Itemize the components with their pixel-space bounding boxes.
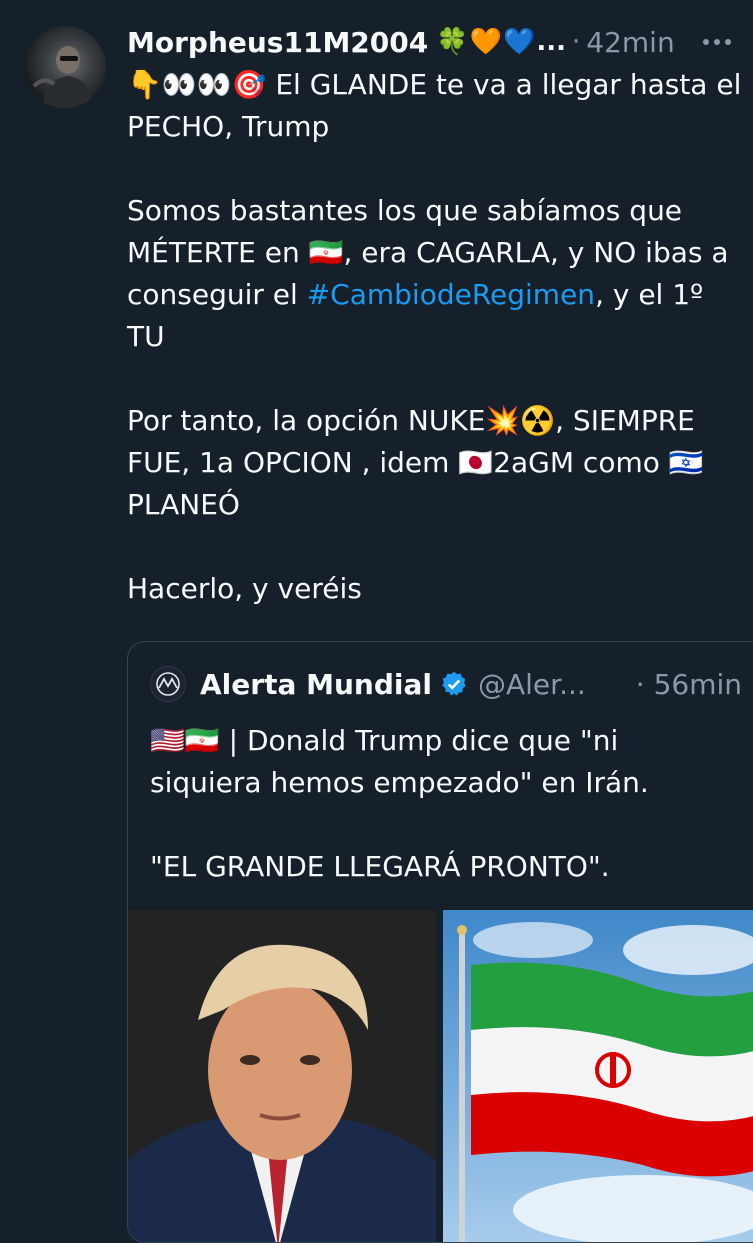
quoted-tweet[interactable]: Alerta Mundial @Aler... · 56min 🇺🇸🇮🇷 | D… xyxy=(127,641,753,1243)
quote-separator: · xyxy=(635,667,645,701)
quote-time: · 56min xyxy=(636,668,742,701)
avatar-image xyxy=(32,46,94,108)
author-emojis: 🍀🧡💙 xyxy=(436,27,537,57)
more-options-icon[interactable] xyxy=(699,35,735,49)
quote-time-value[interactable]: 56min xyxy=(654,668,742,701)
quote-image-portrait[interactable] xyxy=(128,910,436,1242)
quote-avatar[interactable] xyxy=(150,666,186,702)
tweet-header: Morpheus11M2004 🍀🧡💙 ... · 42min xyxy=(127,22,735,62)
tweet-paragraph-2: Somos bastantes los que sabíamos que MÉT… xyxy=(127,190,749,358)
quote-author-name[interactable]: Alerta Mundial xyxy=(200,668,432,701)
author-avatar[interactable] xyxy=(24,26,106,108)
quote-text: 🇺🇸🇮🇷 | Donald Trump dice que "ni siquier… xyxy=(150,720,730,888)
author-name[interactable]: Morpheus11M2004 xyxy=(127,26,428,59)
quote-header: Alerta Mundial @Aler... · 56min xyxy=(150,664,742,704)
quote-line-2: "EL GRANDE LLEGARÁ PRONTO". xyxy=(150,850,610,883)
quote-handle: @Aler... xyxy=(477,667,586,701)
flag-illustration xyxy=(443,910,753,1242)
header-separator: · xyxy=(572,27,581,57)
name-ellipsis: ... xyxy=(536,27,566,57)
verified-badge-icon xyxy=(442,671,466,696)
tweet-paragraph-3: Por tanto, la opción NUKE💥☢️, SIEMPRE FU… xyxy=(127,404,704,521)
tweet-paragraph-4: Hacerlo, y veréis xyxy=(127,572,362,605)
tweet-text: 👇👀👀🎯 El GLANDE te va a llegar hasta el P… xyxy=(127,64,749,610)
globe-logo-icon xyxy=(156,672,180,696)
quote-image-flag[interactable] xyxy=(443,910,753,1242)
tweet-time[interactable]: 42min xyxy=(586,26,674,59)
hashtag-link[interactable]: #CambiodeRegimen xyxy=(307,278,595,311)
quote-line-1: 🇺🇸🇮🇷 | Donald Trump dice que "ni siquier… xyxy=(150,724,649,799)
tweet-line-1: 👇👀👀🎯 El GLANDE te va a llegar hasta el P… xyxy=(127,68,742,143)
portrait-illustration xyxy=(128,910,436,1242)
